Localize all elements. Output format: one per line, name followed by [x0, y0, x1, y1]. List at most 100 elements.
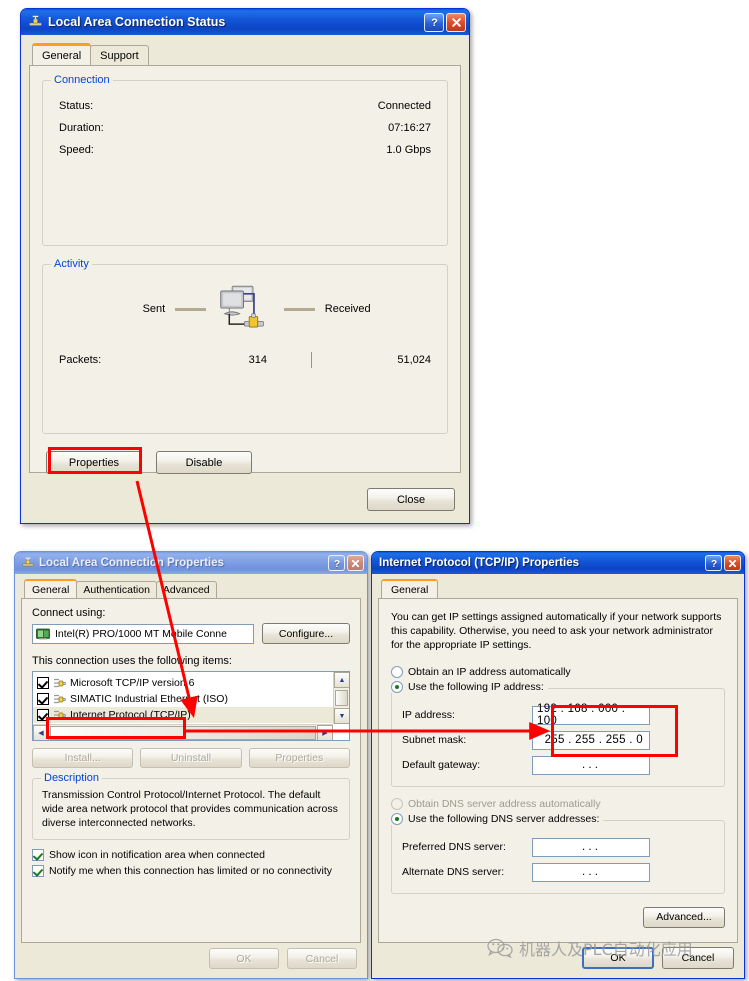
scroll-left-button[interactable]: ◀: [33, 724, 49, 740]
duration-value: 07:16:27: [388, 122, 431, 134]
ip-settings-groupbox: IP address: 192 . 168 . 000 . 100 Subnet…: [391, 687, 725, 787]
use-following-ip-radio[interactable]: Use the following IP address:: [391, 680, 548, 693]
tab-authentication[interactable]: Authentication: [76, 581, 157, 598]
cancel-button-label: Cancel: [305, 952, 339, 965]
duration-label: Duration:: [59, 122, 104, 134]
item-properties-button[interactable]: Properties: [248, 748, 350, 768]
adapter-name: Intel(R) PRO/1000 MT Mobile Conne: [55, 627, 227, 640]
item-checkbox[interactable]: [37, 677, 49, 689]
packets-sent-value: 314: [248, 354, 267, 366]
obtain-dns-radio-button[interactable]: [391, 797, 403, 810]
preferred-dns-input[interactable]: . . .: [532, 837, 650, 857]
packets-received-value: 51,024: [397, 354, 431, 366]
network-adapter-icon: [36, 628, 50, 640]
network-items-listbox[interactable]: Microsoft TCP/IP version 6 SIMATIC Indus…: [32, 671, 350, 741]
list-item-label: Microsoft TCP/IP version 6: [70, 677, 195, 689]
tcpip-dialog-tabstrip: General: [378, 579, 738, 598]
svg-text:?: ?: [431, 17, 438, 28]
tcpip-general-tabpage: You can get IP settings assigned automat…: [378, 598, 738, 943]
default-gateway-label: Default gateway:: [402, 759, 481, 772]
configure-button-label: Configure...: [278, 627, 334, 640]
status-dialog-titlebar[interactable]: Local Area Connection Status ?: [21, 9, 469, 35]
status-dialog-title: Local Area Connection Status: [48, 15, 226, 29]
preferred-dns-row: Preferred DNS server: . . .: [402, 835, 714, 860]
list-item[interactable]: Microsoft TCP/IP version 6: [33, 675, 349, 691]
obtain-ip-radio-button[interactable]: [391, 665, 403, 678]
packets-label: Packets:: [59, 354, 102, 366]
obtain-ip-automatically-radio[interactable]: Obtain an IP address automatically: [391, 665, 725, 678]
protocol-icon: [54, 678, 66, 687]
disable-button[interactable]: Disable: [156, 451, 252, 474]
received-dash-icon: [284, 307, 315, 311]
default-gateway-input[interactable]: . . .: [532, 755, 650, 775]
obtain-ip-label: Obtain an IP address automatically: [408, 665, 571, 678]
notify-label: Notify me when this connection has limit…: [49, 865, 333, 877]
properties-general-tabpage: Connect using: Intel(R) PRO/1000 MT Mobi…: [21, 598, 361, 943]
configure-button[interactable]: Configure...: [262, 623, 350, 644]
notify-checkbox[interactable]: [32, 865, 44, 877]
subnet-mask-input[interactable]: 255 . 255 . 255 . 0: [532, 730, 650, 750]
tab-advanced[interactable]: Advanced: [155, 581, 217, 598]
ip-address-input[interactable]: 192 . 168 . 000 . 100: [532, 703, 650, 727]
obtain-dns-automatically-radio[interactable]: Obtain DNS server address automatically: [391, 797, 725, 810]
install-button[interactable]: Install...: [32, 748, 134, 768]
uninstall-button[interactable]: Uninstall: [140, 748, 242, 768]
intro-text: You can get IP settings assigned automat…: [391, 611, 722, 652]
show-icon-checkbox[interactable]: [32, 849, 44, 861]
tab-general[interactable]: General: [24, 579, 78, 598]
item-checkbox[interactable]: [37, 709, 49, 721]
scroll-right-button[interactable]: ▶: [317, 724, 333, 740]
close-icon[interactable]: [347, 555, 364, 571]
ok-button[interactable]: OK: [209, 948, 279, 969]
connection-group-title: Connection: [51, 74, 113, 86]
help-button[interactable]: ?: [705, 555, 722, 571]
items-label: This connection uses the following items…: [32, 655, 232, 667]
activity-group-title: Activity: [51, 258, 92, 270]
scroll-thumb-horizontal[interactable]: [50, 725, 316, 740]
status-general-tabpage: Connection Status: Connected Duration: 0…: [29, 65, 461, 474]
show-icon-label: Show icon in notification area when conn…: [49, 849, 265, 861]
list-item[interactable]: SIMATIC Industrial Ethernet (ISO): [33, 691, 349, 707]
speed-value: 1.0 Gbps: [386, 144, 431, 156]
use-following-dns-radio[interactable]: Use the following DNS server addresses:: [391, 812, 604, 825]
subnet-mask-label: Subnet mask:: [402, 734, 467, 747]
listbox-vertical-scrollbar[interactable]: ▲ ▼: [333, 672, 349, 724]
scroll-up-button[interactable]: ▲: [334, 672, 349, 688]
close-icon[interactable]: [724, 555, 741, 571]
close-icon[interactable]: [446, 12, 466, 32]
listbox-horizontal-scrollbar[interactable]: ◀ ▶: [33, 724, 333, 740]
adapter-field[interactable]: Intel(R) PRO/1000 MT Mobile Conne: [32, 623, 254, 644]
tcpip-dialog-title: Internet Protocol (TCP/IP) Properties: [379, 557, 579, 569]
use-following-ip-radio-button[interactable]: [391, 680, 403, 693]
notify-checkbox-row[interactable]: Notify me when this connection has limit…: [32, 865, 350, 877]
tab-general-label: General: [391, 583, 429, 596]
advanced-button[interactable]: Advanced...: [643, 906, 725, 928]
tab-general[interactable]: General: [32, 43, 92, 65]
help-button[interactable]: ?: [424, 12, 444, 32]
close-button[interactable]: Close: [367, 488, 455, 511]
cancel-button[interactable]: Cancel: [287, 948, 357, 969]
tcpip-dialog-titlebar[interactable]: Internet Protocol (TCP/IP) Properties ?: [372, 552, 744, 574]
alternate-dns-input[interactable]: . . .: [532, 862, 650, 882]
scroll-down-button[interactable]: ▼: [334, 708, 349, 724]
status-value: Connected: [377, 100, 431, 112]
list-item[interactable]: Internet Protocol (TCP/IP): [33, 707, 349, 723]
help-button[interactable]: ?: [328, 555, 345, 571]
sent-label: Sent: [142, 303, 166, 315]
properties-button[interactable]: Properties: [46, 451, 142, 474]
properties-dialog-titlebar[interactable]: Local Area Connection Properties ?: [15, 552, 367, 574]
tab-support[interactable]: Support: [90, 45, 149, 65]
use-following-dns-radio-button[interactable]: [391, 812, 403, 825]
tab-general-label: General: [42, 49, 82, 62]
use-following-ip-label: Use the following IP address:: [408, 680, 544, 693]
tab-support-label: Support: [100, 49, 139, 62]
install-button-label: Install...: [64, 752, 101, 764]
scroll-thumb-vertical[interactable]: [335, 690, 348, 706]
use-following-dns-label: Use the following DNS server addresses:: [408, 812, 600, 825]
list-item-label: Internet Protocol (TCP/IP): [70, 709, 191, 721]
item-checkbox[interactable]: [37, 693, 49, 705]
close-button-label: Close: [396, 493, 426, 506]
properties-dialog-title: Local Area Connection Properties: [39, 557, 224, 569]
show-icon-checkbox-row[interactable]: Show icon in notification area when conn…: [32, 849, 350, 861]
tab-general[interactable]: General: [381, 579, 439, 598]
